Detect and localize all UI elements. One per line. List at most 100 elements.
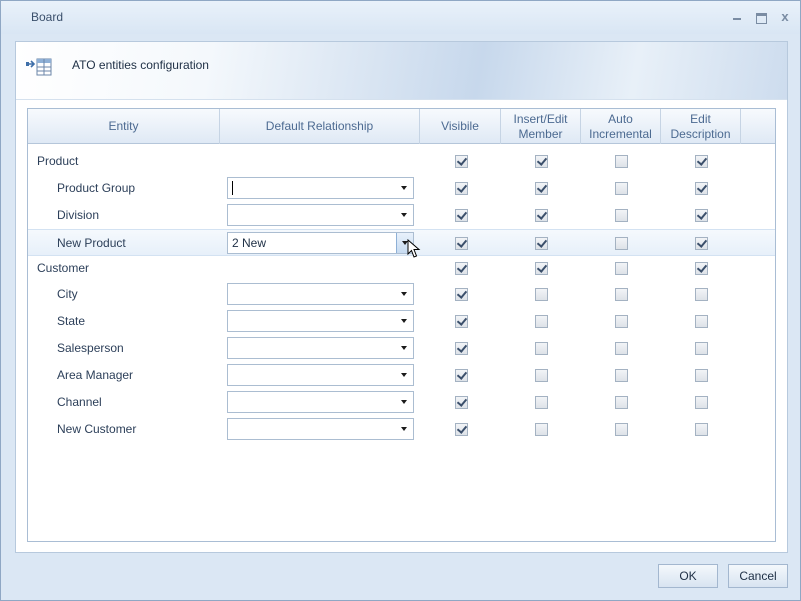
edit-description-checkbox[interactable] <box>695 262 708 275</box>
chevron-down-icon <box>401 213 407 217</box>
edit-description-checkbox[interactable] <box>695 288 708 301</box>
dropdown-toggle-button[interactable] <box>396 338 413 358</box>
visible-checkbox[interactable] <box>455 262 468 275</box>
edit-description-checkbox[interactable] <box>695 237 708 250</box>
auto-incremental-checkbox[interactable] <box>615 396 628 409</box>
table-row[interactable]: New Product 2 New <box>28 229 775 256</box>
relationship-dropdown[interactable] <box>227 418 414 440</box>
visible-checkbox[interactable] <box>455 155 468 168</box>
entity-label: Product Group <box>57 181 136 195</box>
table-row[interactable]: Division <box>28 202 775 229</box>
visible-checkbox[interactable] <box>455 315 468 328</box>
visible-checkbox[interactable] <box>455 182 468 195</box>
dialog-content: ATO entities configuration Entity Defaul… <box>15 41 788 553</box>
entity-label: Channel <box>57 395 102 409</box>
dropdown-toggle-button[interactable] <box>396 284 413 304</box>
maximize-icon[interactable] <box>751 7 771 27</box>
dropdown-toggle-button[interactable] <box>396 178 413 198</box>
visible-checkbox[interactable] <box>455 237 468 250</box>
auto-incremental-checkbox[interactable] <box>615 209 628 222</box>
column-header-insert-edit-member[interactable]: Insert/Edit Member <box>501 109 581 144</box>
table-row[interactable]: Customer <box>28 255 775 282</box>
relationship-dropdown[interactable] <box>227 364 414 386</box>
ok-button[interactable]: OK <box>658 564 718 588</box>
insert-edit-member-checkbox[interactable] <box>535 288 548 301</box>
entity-label: Division <box>57 208 100 222</box>
table-row[interactable]: New Customer <box>28 416 775 443</box>
edit-description-checkbox[interactable] <box>695 182 708 195</box>
column-header-default-relationship[interactable]: Default Relationship <box>220 109 420 144</box>
insert-edit-member-checkbox[interactable] <box>535 209 548 222</box>
auto-incremental-checkbox[interactable] <box>615 262 628 275</box>
dropdown-toggle-button[interactable] <box>396 419 413 439</box>
relationship-dropdown[interactable] <box>227 337 414 359</box>
insert-edit-member-checkbox[interactable] <box>535 237 548 250</box>
insert-edit-member-checkbox[interactable] <box>535 396 548 409</box>
chevron-down-icon <box>401 400 407 404</box>
edit-description-checkbox[interactable] <box>695 315 708 328</box>
relationship-dropdown[interactable] <box>227 204 414 226</box>
relationship-dropdown[interactable] <box>227 177 414 199</box>
table-link-icon <box>26 58 52 76</box>
mouse-pointer-icon <box>407 239 421 258</box>
insert-edit-member-checkbox[interactable] <box>535 155 548 168</box>
relationship-dropdown[interactable]: 2 New <box>227 232 414 254</box>
relationship-dropdown[interactable] <box>227 283 414 305</box>
chevron-down-icon <box>401 292 407 296</box>
column-header-edit-description[interactable]: Edit Description <box>661 109 741 144</box>
auto-incremental-checkbox[interactable] <box>615 315 628 328</box>
entity-label: New Product <box>57 236 126 250</box>
visible-checkbox[interactable] <box>455 288 468 301</box>
insert-edit-member-checkbox[interactable] <box>535 423 548 436</box>
edit-description-checkbox[interactable] <box>695 423 708 436</box>
column-header-auto-incremental[interactable]: Auto Incremental <box>581 109 661 144</box>
table-row[interactable]: Area Manager <box>28 362 775 389</box>
edit-description-checkbox[interactable] <box>695 369 708 382</box>
table-row[interactable]: Product Group <box>28 175 775 202</box>
auto-incremental-checkbox[interactable] <box>615 423 628 436</box>
dropdown-toggle-button[interactable] <box>396 365 413 385</box>
auto-incremental-checkbox[interactable] <box>615 342 628 355</box>
auto-incremental-checkbox[interactable] <box>615 182 628 195</box>
visible-checkbox[interactable] <box>455 396 468 409</box>
column-header-entity[interactable]: Entity <box>28 109 220 144</box>
entity-label: Salesperson <box>57 341 124 355</box>
table-row[interactable]: Salesperson <box>28 335 775 362</box>
insert-edit-member-checkbox[interactable] <box>535 369 548 382</box>
insert-edit-member-checkbox[interactable] <box>535 315 548 328</box>
visible-checkbox[interactable] <box>455 423 468 436</box>
auto-incremental-checkbox[interactable] <box>615 237 628 250</box>
table-row[interactable]: Channel <box>28 389 775 416</box>
edit-description-checkbox[interactable] <box>695 342 708 355</box>
table-row[interactable]: Product <box>28 148 775 175</box>
auto-incremental-checkbox[interactable] <box>615 369 628 382</box>
visible-checkbox[interactable] <box>455 209 468 222</box>
insert-edit-member-checkbox[interactable] <box>535 182 548 195</box>
edit-description-checkbox[interactable] <box>695 396 708 409</box>
visible-checkbox[interactable] <box>455 369 468 382</box>
dropdown-toggle-button[interactable] <box>396 392 413 412</box>
auto-incremental-checkbox[interactable] <box>615 288 628 301</box>
insert-edit-member-checkbox[interactable] <box>535 342 548 355</box>
chevron-down-icon <box>401 346 407 350</box>
relationship-dropdown[interactable] <box>227 391 414 413</box>
edit-description-checkbox[interactable] <box>695 209 708 222</box>
auto-incremental-checkbox[interactable] <box>615 155 628 168</box>
close-icon[interactable]: x <box>775 7 795 27</box>
minimize-icon[interactable] <box>727 7 747 27</box>
insert-edit-member-checkbox[interactable] <box>535 262 548 275</box>
title-bar[interactable]: Board x <box>1 1 800 34</box>
cancel-button[interactable]: Cancel <box>728 564 788 588</box>
dropdown-toggle-button[interactable] <box>396 205 413 225</box>
dialog-heading: ATO entities configuration <box>72 58 209 72</box>
visible-checkbox[interactable] <box>455 342 468 355</box>
column-header-visible[interactable]: Visibile <box>420 109 501 144</box>
entity-label: State <box>57 314 86 328</box>
edit-description-checkbox[interactable] <box>695 155 708 168</box>
dropdown-toggle-button[interactable] <box>396 311 413 331</box>
entity-label: City <box>57 287 78 301</box>
relationship-dropdown[interactable] <box>227 310 414 332</box>
table-row[interactable]: City <box>28 281 775 308</box>
table-row[interactable]: State <box>28 308 775 335</box>
entities-grid: Entity Default Relationship Visibile Ins… <box>27 108 776 542</box>
